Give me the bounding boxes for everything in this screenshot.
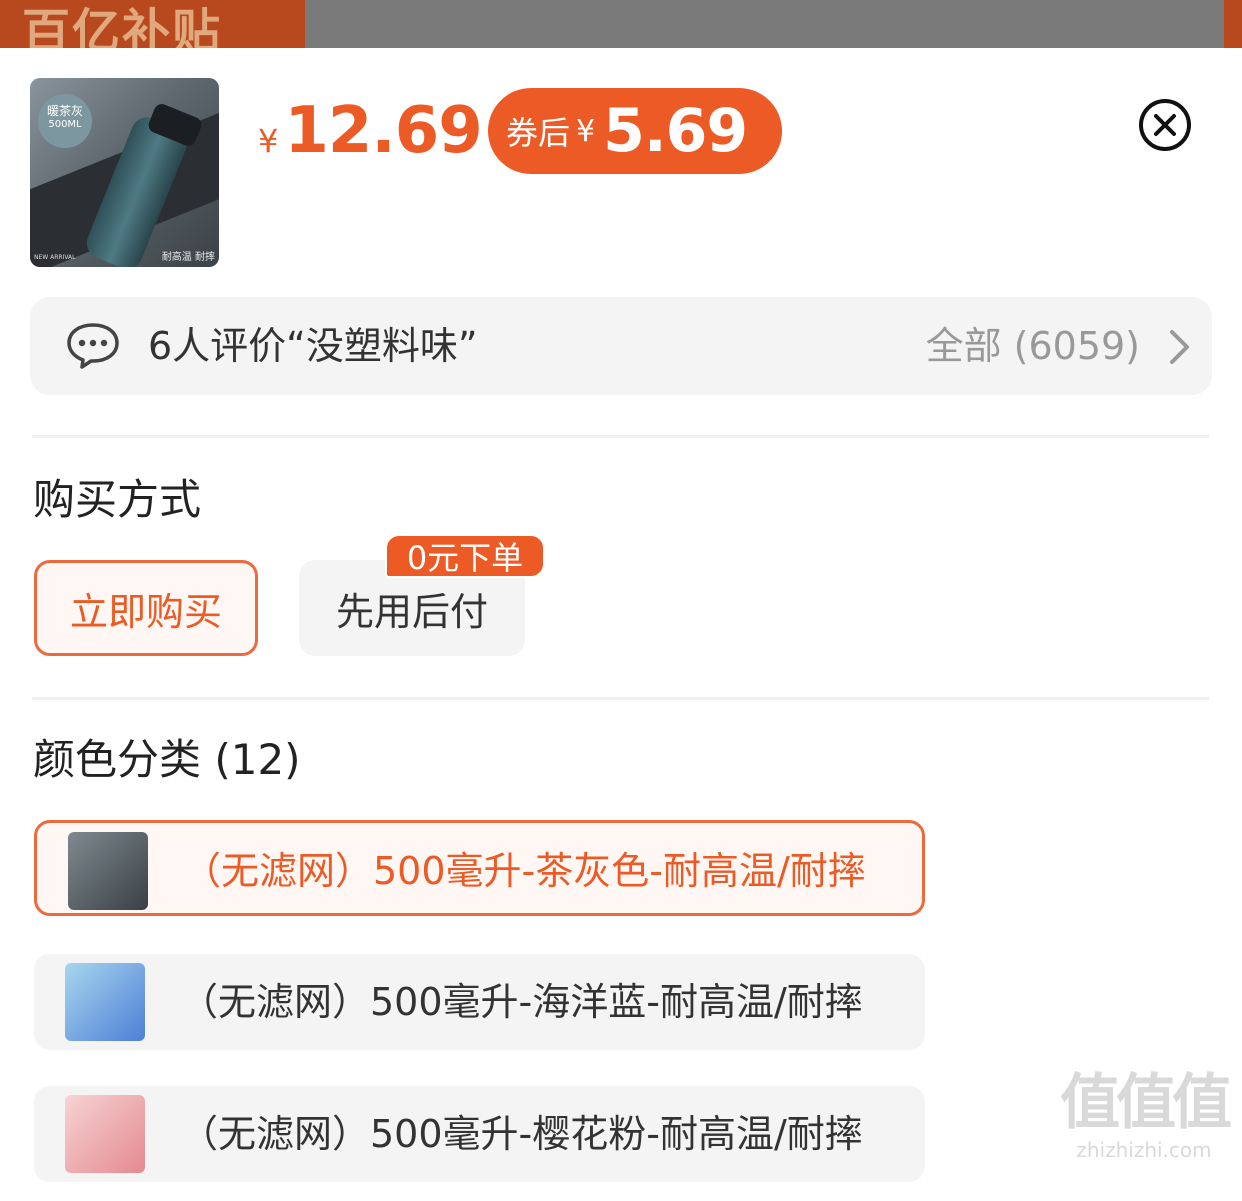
site-watermark: 值值值 zhizhizhi.com xyxy=(1060,1068,1232,1162)
sku-selector-sheet: 暖茶灰 500ML NEW ARRIVAL 耐高温 耐摔 ¥ 12.69 券后 … xyxy=(0,48,1242,1201)
coupon-value: 5.69 xyxy=(603,96,748,166)
review-highlight: 6人评价“没塑料味” xyxy=(148,324,478,368)
divider xyxy=(32,697,1209,700)
promo-strip: 百亿补贴 xyxy=(0,0,305,48)
promo-strip-right xyxy=(1224,0,1242,48)
watermark-logo: 值值值 xyxy=(1060,1068,1232,1138)
buy-now-option[interactable]: 立即购买 xyxy=(34,560,258,656)
color-option-label: （无滤网）500毫升-樱花粉-耐高温/耐摔 xyxy=(180,1112,863,1156)
color-category-title: 颜色分类 (12) xyxy=(33,735,301,784)
color-option-gray[interactable]: （无滤网）500毫升-茶灰色-耐高温/耐摔 xyxy=(34,820,925,916)
chat-bubble-icon xyxy=(67,323,119,369)
color-swatch-blue xyxy=(65,963,145,1041)
color-option-blue[interactable]: （无滤网）500毫升-海洋蓝-耐高温/耐摔 xyxy=(34,954,925,1050)
color-swatch-gray xyxy=(68,832,148,910)
promo-text: 百亿补贴 xyxy=(22,4,223,48)
color-swatch-pink xyxy=(65,1095,145,1173)
color-option-label: （无滤网）500毫升-茶灰色-耐高温/耐摔 xyxy=(183,849,866,893)
product-price: ¥ 12.69 xyxy=(258,94,483,168)
color-option-pink[interactable]: （无滤网）500毫升-樱花粉-耐高温/耐摔 xyxy=(34,1086,925,1182)
review-summary-bar[interactable]: 6人评价“没塑料味” 全部 (6059) xyxy=(30,297,1212,395)
watermark-domain: zhizhizhi.com xyxy=(1076,1138,1212,1162)
coupon-price-badge: 券后 ¥ 5.69 xyxy=(488,88,782,174)
coupon-currency: ¥ xyxy=(576,113,596,149)
thumbnail-feature-text: 耐高温 耐摔 xyxy=(161,252,215,263)
chevron-right-icon xyxy=(1170,330,1189,364)
zero-down-tag: 0元下单 xyxy=(385,534,545,578)
thumbnail-corner-text: NEW ARRIVAL xyxy=(34,254,76,261)
divider xyxy=(32,435,1209,438)
close-icon xyxy=(1139,99,1191,151)
thumbnail-badge: 暖茶灰 500ML xyxy=(38,94,92,148)
price-value: 12.69 xyxy=(284,94,482,168)
color-option-label: （无滤网）500毫升-海洋蓝-耐高温/耐摔 xyxy=(180,980,863,1024)
purchase-method-title: 购买方式 xyxy=(33,475,202,524)
coupon-label: 券后 xyxy=(506,114,571,152)
background-banner: 百亿补贴 xyxy=(0,0,1242,48)
price-currency: ¥ xyxy=(258,122,279,160)
product-thumbnail[interactable]: 暖茶灰 500ML NEW ARRIVAL 耐高温 耐摔 xyxy=(30,78,219,267)
close-button[interactable] xyxy=(1138,98,1192,152)
review-all-count: 全部 (6059) xyxy=(925,324,1140,368)
